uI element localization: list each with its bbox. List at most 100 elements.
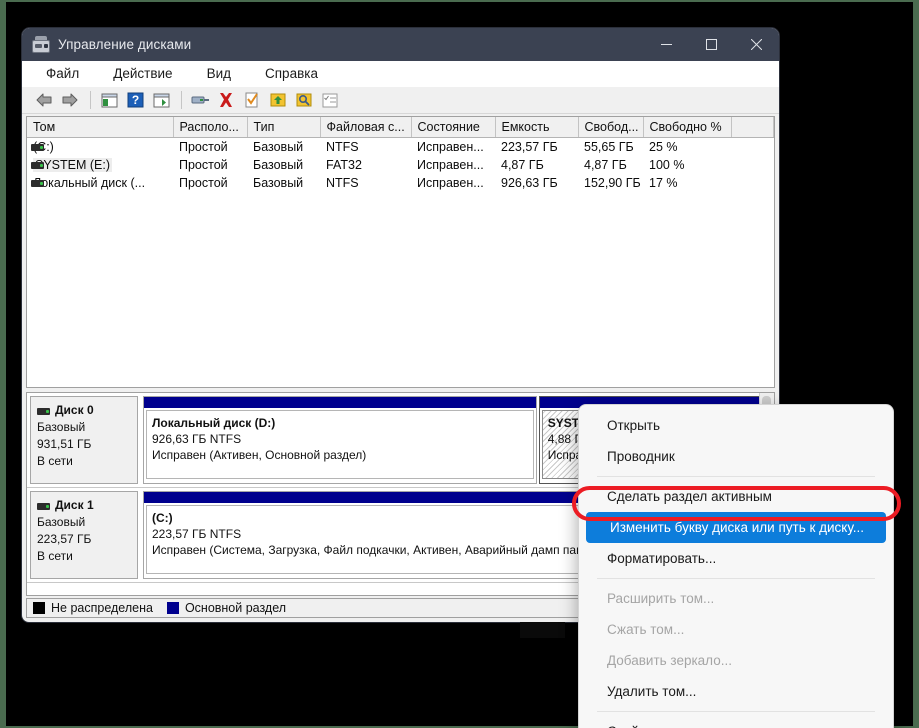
cell-free: 4,87 ГБ xyxy=(584,157,627,172)
menu-bar: Файл Действие Вид Справка xyxy=(22,61,779,87)
context-menu-item-add-mirror: Добавить зеркало... xyxy=(607,653,732,668)
show-console-tree-icon[interactable] xyxy=(97,89,121,111)
cell-status: Исправен... xyxy=(417,157,484,172)
toolbar-separator xyxy=(90,91,91,109)
column-header-status[interactable]: Состояние xyxy=(411,117,496,138)
forward-icon[interactable] xyxy=(58,89,82,111)
back-icon[interactable] xyxy=(32,89,56,111)
cell-status: Исправен... xyxy=(417,175,484,190)
partition-d[interactable]: Локальный диск (D:) 926,63 ГБ NTFS Испра… xyxy=(143,396,537,484)
table-row[interactable]: (C:) Простой Базовый NTFS Исправен... 22… xyxy=(27,138,774,156)
cell-capacity: 223,57 ГБ xyxy=(501,139,558,154)
rescan-disks-icon[interactable] xyxy=(188,89,212,111)
cell-filesystem: NTFS xyxy=(326,175,359,190)
maximize-button[interactable] xyxy=(689,28,734,61)
menu-item-file[interactable]: Файл xyxy=(44,64,81,83)
delete-icon[interactable] xyxy=(214,89,238,111)
disk-info-0[interactable]: Диск 0 Базовый 931,51 ГБ В сети xyxy=(30,396,138,484)
disk-icon xyxy=(37,503,50,510)
cell-status: Исправен... xyxy=(417,139,484,154)
legend-swatch-primary xyxy=(166,602,179,614)
window-controls xyxy=(644,28,779,61)
help-icon[interactable]: ? xyxy=(123,89,147,111)
cell-capacity: 4,87 ГБ xyxy=(501,157,544,172)
volume-label: SYSTEM (E:) xyxy=(33,157,113,172)
disk-icon xyxy=(37,408,50,415)
volume-label: Локальный диск (... xyxy=(33,175,146,190)
context-menu-item-format[interactable]: Форматировать... xyxy=(583,543,889,574)
disk-info-1[interactable]: Диск 1 Базовый 223,57 ГБ В сети xyxy=(30,491,138,579)
cell-volume-name[interactable]: SYSTEM (E:) xyxy=(27,156,173,174)
column-header-free[interactable]: Свобод... xyxy=(578,117,644,138)
table-row[interactable]: Локальный диск (... Простой Базовый NTFS… xyxy=(27,174,774,192)
cell-layout: Простой xyxy=(179,139,228,154)
window-bottom-edge-shadow xyxy=(520,622,565,638)
column-header-capacity[interactable]: Емкость xyxy=(495,117,579,138)
menu-item-help[interactable]: Справка xyxy=(263,64,320,83)
disk-type-0: Базовый xyxy=(37,420,86,434)
window-title: Управление дисками xyxy=(58,37,192,52)
disk-name-1: Диск 1 xyxy=(37,497,137,514)
volume-table: Том Располо... Тип Файловая с... Состоян… xyxy=(27,117,774,192)
show-action-pane-icon[interactable] xyxy=(149,89,173,111)
column-header-layout[interactable]: Располо... xyxy=(173,117,248,138)
cell-free-percent: 100 % xyxy=(649,157,685,172)
column-header-volume[interactable]: Том xyxy=(27,117,174,138)
extend-volume-icon[interactable] xyxy=(266,89,290,111)
context-menu: Открыть Проводник Сделать раздел активны… xyxy=(578,404,894,728)
context-menu-item-change-drive-letter[interactable]: Изменить букву диска или путь к диску... xyxy=(586,512,886,543)
cell-filesystem: FAT32 xyxy=(326,157,362,172)
cell-type: Базовый xyxy=(253,175,304,190)
disk-status-1: В сети xyxy=(37,549,73,563)
column-header-spare[interactable] xyxy=(731,117,774,138)
cell-type: Базовый xyxy=(253,157,304,172)
column-header-free-percent[interactable]: Свободно % xyxy=(643,117,732,138)
disk-size-1: 223,57 ГБ xyxy=(37,532,92,546)
properties-icon[interactable] xyxy=(240,89,264,111)
menu-item-action[interactable]: Действие xyxy=(111,64,174,83)
drive-icon xyxy=(31,161,44,169)
cell-layout: Простой xyxy=(179,175,228,190)
disk-name-0: Диск 0 xyxy=(37,402,137,419)
outer-frame-left xyxy=(0,0,6,728)
context-menu-separator xyxy=(597,578,875,579)
partition-color-bar xyxy=(144,397,536,408)
close-button[interactable] xyxy=(734,28,779,61)
disk-type-1: Базовый xyxy=(37,515,86,529)
cell-volume-name[interactable]: (C:) xyxy=(27,138,173,156)
minimize-button[interactable] xyxy=(644,28,689,61)
context-menu-item-shrink-volume: Сжать том... xyxy=(607,622,685,637)
context-menu-separator xyxy=(597,711,875,712)
cell-free-percent: 25 % xyxy=(649,139,678,154)
context-menu-item-delete-volume[interactable]: Удалить том... xyxy=(583,676,889,707)
context-menu-item-extend-volume: Расширить том... xyxy=(607,591,715,606)
context-menu-item-open[interactable]: Открыть xyxy=(583,410,889,441)
cell-free: 55,65 ГБ xyxy=(584,139,634,154)
partition-size: 926,63 ГБ NTFS xyxy=(152,432,242,446)
legend-label-primary: Основной раздел xyxy=(184,601,287,615)
legend-swatch-unallocated xyxy=(33,602,45,614)
disk-status-0: В сети xyxy=(37,454,73,468)
title-bar[interactable]: Управление дисками xyxy=(22,28,779,61)
table-row[interactable]: SYSTEM (E:) Простой Базовый FAT32 Исправ… xyxy=(27,156,774,174)
list-view-icon[interactable] xyxy=(318,89,342,111)
cell-volume-name[interactable]: Локальный диск (... xyxy=(27,174,173,192)
toolbar-separator-2 xyxy=(181,91,182,109)
column-header-type[interactable]: Тип xyxy=(247,117,321,138)
menu-item-view[interactable]: Вид xyxy=(205,64,233,83)
volume-list-inner: Том Располо... Тип Файловая с... Состоян… xyxy=(27,117,774,387)
cell-free-percent: 17 % xyxy=(649,175,678,190)
context-menu-item-mark-partition-active[interactable]: Сделать раздел активным xyxy=(583,481,889,512)
outer-frame-top xyxy=(0,0,919,2)
column-header-filesystem[interactable]: Файловая с... xyxy=(320,117,412,138)
context-menu-item-explorer[interactable]: Проводник xyxy=(583,441,889,472)
cell-spare xyxy=(731,174,774,192)
volume-list-pane: Том Располо... Тип Файловая с... Состоян… xyxy=(26,116,775,388)
drive-icon xyxy=(31,179,44,187)
cell-filesystem: NTFS xyxy=(326,139,359,154)
cell-layout: Простой xyxy=(179,157,228,172)
search-icon[interactable] xyxy=(292,89,316,111)
context-menu-separator xyxy=(597,476,875,477)
context-menu-item-properties[interactable]: Свойства xyxy=(583,716,889,728)
partition-body: Локальный диск (D:) 926,63 ГБ NTFS Испра… xyxy=(146,410,534,479)
